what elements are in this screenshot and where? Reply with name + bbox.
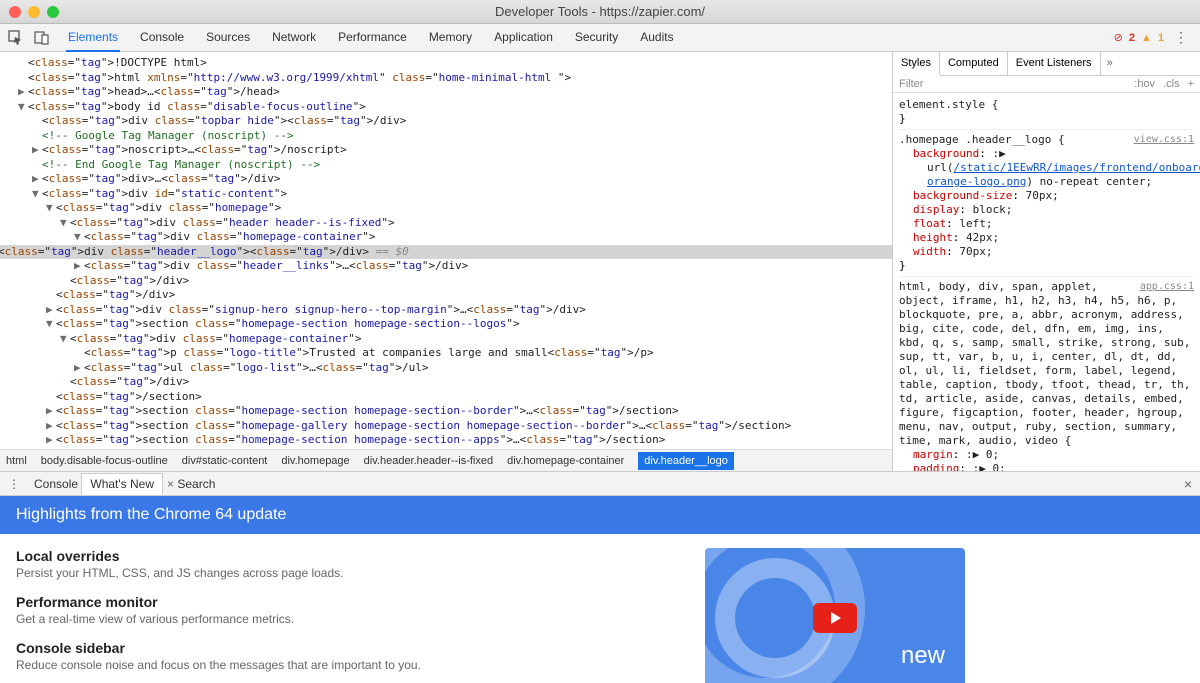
play-icon[interactable] [813, 603, 857, 633]
dom-node[interactable]: ▼<class="tag">div id="static-content"> [12, 187, 892, 202]
panel-tabs: Elements Console Sources Network Performance… [66, 24, 676, 52]
inspect-element-icon[interactable] [8, 30, 24, 46]
breadcrumb-item[interactable]: div.header__logo [638, 452, 734, 470]
dom-node[interactable]: ▼<class="tag">div class="header header--… [12, 216, 892, 231]
drawer-tab-what-s-new[interactable]: What's New [81, 473, 163, 495]
breadcrumb-item[interactable]: body.disable-focus-outline [41, 455, 168, 467]
dom-node[interactable]: <class="tag">/div> [12, 274, 892, 289]
dom-node[interactable]: ▶<class="tag">head>…<class="tag">/head> [12, 85, 892, 100]
error-count-icon[interactable]: ⊘ [1114, 31, 1123, 44]
dom-node[interactable]: <class="tag">html xmlns="http://www.w3.o… [12, 71, 892, 86]
breadcrumb-item[interactable]: div.homepage [281, 455, 349, 467]
dom-node[interactable]: ▶<class="tag">noscript>…<class="tag">/no… [12, 143, 892, 158]
dom-node[interactable]: ▼<class="tag">div class="homepage-contai… [12, 230, 892, 245]
feature-item[interactable]: Local overrides Persist your HTML, CSS, a… [16, 548, 446, 580]
dom-node[interactable]: ▶<class="tag">div class="header__links">… [12, 259, 892, 274]
dom-node[interactable]: ▼<class="tag">section class="homepage-se… [12, 317, 892, 332]
styles-filter-input[interactable]: Filter [899, 78, 1126, 90]
dom-node[interactable]: <!-- Google Tag Manager (noscript) --> [12, 129, 892, 144]
tab-performance[interactable]: Performance [336, 24, 409, 52]
window-title: Developer Tools - https://zapier.com/ [0, 4, 1200, 19]
warning-count-icon[interactable]: ▲ [1141, 32, 1152, 44]
drawer-tab-close-icon[interactable]: × [167, 477, 174, 491]
drawer-menu-icon[interactable]: ⋮ [8, 477, 20, 491]
tab-audits[interactable]: Audits [638, 24, 675, 52]
dom-node[interactable]: ▼<class="tag">div class="homepage"> [12, 201, 892, 216]
feature-desc: Reduce console noise and focus on the me… [16, 658, 446, 672]
dom-node[interactable]: <class="tag">div class="header__logo"><c… [0, 245, 892, 260]
feature-item[interactable]: Performance monitor Get a real-time view … [16, 594, 446, 626]
dom-node[interactable]: <class="tag">!DOCTYPE html> [12, 56, 892, 71]
whats-new-banner: Highlights from the Chrome 64 update [0, 496, 1200, 534]
tab-memory[interactable]: Memory [427, 24, 474, 52]
dom-node[interactable]: ▶<class="tag">div class="signup-hero sig… [12, 303, 892, 318]
source-link[interactable]: app.css:1 [1140, 280, 1194, 294]
dom-node[interactable]: ▶<class="tag">div>…<class="tag">/div> [12, 172, 892, 187]
dom-node[interactable]: ▶<class="tag">ul class="logo-list">…<cla… [12, 361, 892, 376]
dom-node[interactable]: ▶<class="tag">section class="homepage-ga… [12, 419, 892, 434]
feature-title: Performance monitor [16, 594, 446, 610]
tab-network[interactable]: Network [270, 24, 318, 52]
source-link[interactable]: view.css:1 [1134, 133, 1194, 147]
whats-new-video-thumb[interactable]: new [705, 548, 965, 683]
tab-console[interactable]: Console [138, 24, 186, 52]
styles-rules[interactable]: element.style {}view.css:1.homepage .hea… [893, 93, 1200, 471]
drawer-close-icon[interactable]: × [1184, 476, 1192, 492]
tab-elements[interactable]: Elements [66, 24, 120, 52]
warning-count[interactable]: 1 [1158, 32, 1164, 44]
dom-tree[interactable]: <class="tag">!DOCTYPE html><class="tag">… [0, 52, 892, 449]
dom-node[interactable]: ▼<class="tag">div class="homepage-contai… [12, 332, 892, 347]
breadcrumb-item[interactable]: div.homepage-container [507, 455, 624, 467]
styles-tabs-overflow-icon[interactable]: » [1101, 52, 1119, 75]
error-count[interactable]: 2 [1129, 32, 1135, 44]
dom-node[interactable]: <class="tag">div class="topbar hide"><cl… [12, 114, 892, 129]
css-rule[interactable]: app.css:1html, body, div, span, applet, … [899, 277, 1194, 471]
tab-security[interactable]: Security [573, 24, 620, 52]
dom-node[interactable]: <class="tag">p class="logo-title">Truste… [12, 346, 892, 361]
css-rule[interactable]: element.style {} [899, 95, 1194, 130]
breadcrumb-item[interactable]: div.header.header--is-fixed [364, 455, 493, 467]
cls-toggle[interactable]: .cls [1163, 78, 1180, 90]
drawer-panel: ⋮ Console What's New × Search × Highlight… [0, 472, 1200, 683]
dom-node[interactable]: <!-- End Google Tag Manager (noscript) -… [12, 158, 892, 173]
tab-application[interactable]: Application [492, 24, 555, 52]
dom-node[interactable]: <class="tag">/div> [12, 375, 892, 390]
elements-panel: <class="tag">!DOCTYPE html><class="tag">… [0, 52, 892, 471]
devtools-toolbar: Elements Console Sources Network Performance… [0, 24, 1200, 52]
feature-desc: Persist your HTML, CSS, and JS changes a… [16, 566, 446, 580]
styles-tab-styles[interactable]: Styles [893, 52, 940, 76]
hover-toggle[interactable]: :hov [1134, 78, 1155, 90]
styles-tab-event-listeners[interactable]: Event Listeners [1008, 52, 1101, 75]
drawer-tab-search[interactable]: Search [177, 477, 215, 491]
more-menu-icon[interactable]: ⋮ [1170, 29, 1192, 46]
whats-new-features: Local overrides Persist your HTML, CSS, a… [16, 548, 446, 669]
dom-node[interactable]: ▶<class="tag">section class="homepage-se… [12, 433, 892, 448]
feature-title: Local overrides [16, 548, 446, 564]
drawer-tabs: ⋮ Console What's New × Search × [0, 472, 1200, 496]
tab-sources[interactable]: Sources [204, 24, 252, 52]
feature-item[interactable]: Console sidebar Reduce console noise and … [16, 640, 446, 672]
styles-tab-computed[interactable]: Computed [940, 52, 1008, 75]
drawer-tab-console[interactable]: Console [34, 477, 78, 491]
device-toggle-icon[interactable] [34, 30, 50, 46]
feature-desc: Get a real-time view of various performa… [16, 612, 446, 626]
styles-tabs: StylesComputedEvent Listeners» [893, 52, 1200, 76]
feature-title: Console sidebar [16, 640, 446, 656]
thumb-label: new [901, 642, 945, 670]
css-rule[interactable]: view.css:1.homepage .header__logo {backg… [899, 130, 1194, 277]
dom-node[interactable]: <class="tag">/div> [12, 288, 892, 303]
styles-panel: StylesComputedEvent Listeners» Filter :h… [892, 52, 1200, 471]
breadcrumb-item[interactable]: div#static-content [182, 455, 268, 467]
dom-node[interactable]: ▶<class="tag">section class="homepage-se… [12, 404, 892, 419]
breadcrumb-item[interactable]: html [6, 455, 27, 467]
add-rule-icon[interactable]: + [1188, 78, 1194, 90]
breadcrumb-bar: html body.disable-focus-outline div#static… [0, 449, 892, 471]
dom-node[interactable]: ▼<class="tag">body id class="disable-foc… [12, 100, 892, 115]
dom-node[interactable]: <class="tag">/section> [12, 390, 892, 405]
window-titlebar: Developer Tools - https://zapier.com/ [0, 0, 1200, 24]
